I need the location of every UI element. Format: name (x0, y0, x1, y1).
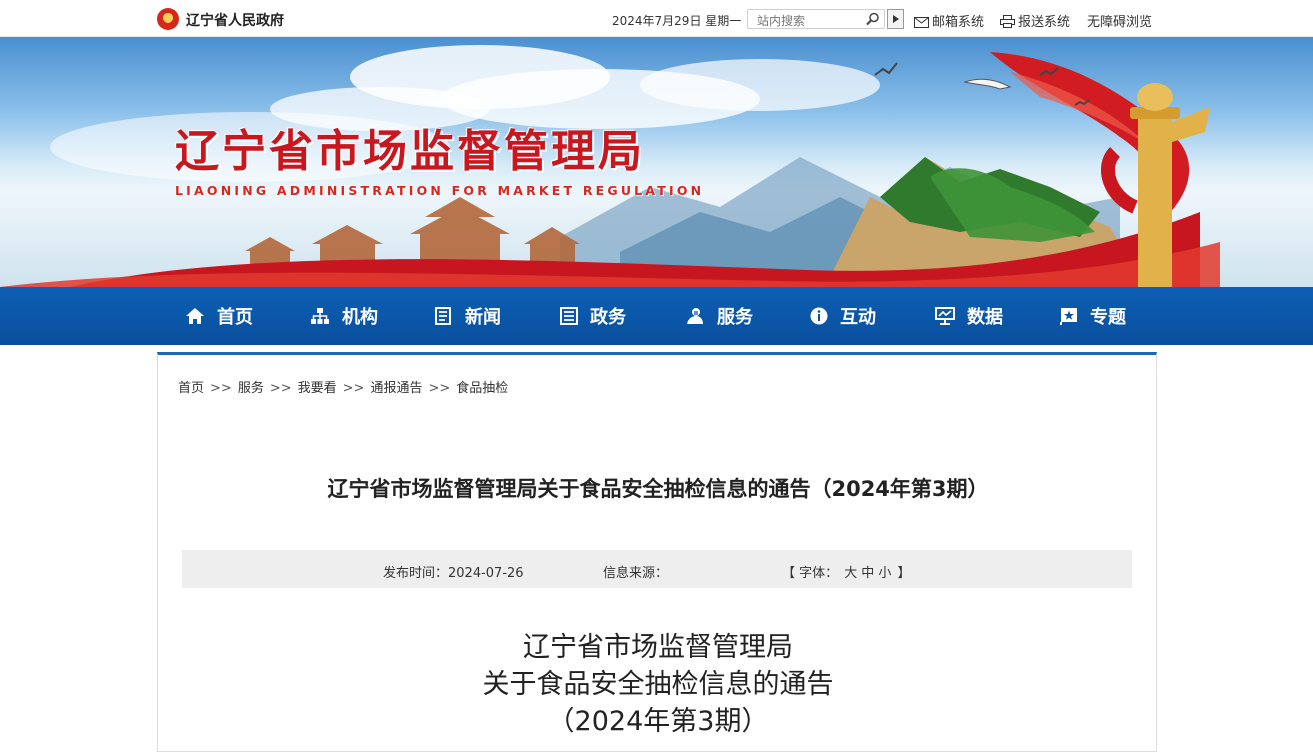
home-icon (186, 308, 204, 324)
nav-item-news[interactable]: 新闻 (435, 287, 501, 345)
mail-system-label: 邮箱系统 (932, 15, 985, 30)
service-icon (687, 308, 703, 324)
top-utility-bar: 辽宁省人民政府 2024年7月29日 星期一 邮箱系统 报送系统 无障碍浏览 (0, 0, 1313, 37)
news-icon (435, 307, 451, 325)
breadcrumb-separator: >> (428, 381, 451, 396)
nav-item-label: 数据 (967, 307, 1003, 328)
nav-item-label: 新闻 (465, 307, 501, 328)
body-heading-line: （2024年第3期） (547, 706, 769, 737)
site-subtitle: LIAONING ADMINISTRATION FOR MARKET REGUL… (175, 183, 705, 198)
article-meta-bar: 发布时间：2024-07-26 信息来源： 【 字体： 大中小 】 (182, 550, 1132, 588)
nav-item-label: 互动 (840, 307, 876, 328)
search-input[interactable] (748, 12, 858, 30)
nav-item-home[interactable]: 首页 (185, 287, 253, 345)
info-source: 信息来源： (603, 566, 669, 581)
national-emblem-icon (157, 8, 179, 30)
nav-item-org[interactable]: 机构 (310, 287, 378, 345)
font-size-open: 【 字体： (782, 566, 839, 581)
list-icon (560, 307, 578, 325)
report-system-label: 报送系统 (1018, 15, 1071, 30)
breadcrumb-home[interactable]: 首页 (178, 381, 204, 396)
nav-item-data[interactable]: 数据 (935, 287, 1003, 345)
nav-item-label: 政务 (590, 307, 626, 328)
mail-icon (914, 17, 929, 28)
body-heading-line: 辽宁省市场监督管理局 (523, 632, 793, 663)
font-size-medium[interactable]: 中 (861, 566, 874, 581)
topic-flag-icon (1060, 308, 1077, 325)
body-heading-line: 关于食品安全抽检信息的通告 (482, 669, 834, 700)
breadcrumb-view[interactable]: 我要看 (298, 381, 337, 396)
current-date: 2024年7月29日 星期一 (612, 14, 742, 28)
breadcrumb: 首页 >> 服务 >> 我要看 >> 通报通告 >> 食品抽检 (178, 377, 508, 396)
nav-item-label: 首页 (217, 307, 253, 328)
font-size-large[interactable]: 大 (844, 566, 857, 581)
breadcrumb-separator: >> (210, 381, 232, 396)
org-chart-icon (311, 308, 329, 324)
nav-item-label: 服务 (717, 307, 753, 328)
article-title: 辽宁省市场监督管理局关于食品安全抽检信息的通告（2024年第3期） (327, 477, 989, 501)
breadcrumb-food-inspection[interactable]: 食品抽检 (456, 381, 508, 396)
accessible-browse-link[interactable]: 无障碍浏览 (1087, 11, 1152, 30)
breadcrumb-separator: >> (269, 381, 292, 396)
article-card: 首页 >> 服务 >> 我要看 >> 通报通告 >> 食品抽检 辽宁省市场监督管理局关于食品安全… (157, 352, 1157, 752)
info-icon (810, 307, 828, 325)
publish-time: 发布时间：2024-07-26 (383, 566, 524, 581)
nav-item-topics[interactable]: 专题 (1060, 287, 1126, 345)
nav-item-label: 专题 (1090, 307, 1126, 328)
font-size-switcher: 【 字体： 大中小 】 (782, 562, 910, 581)
mail-system-link[interactable]: 邮箱系统 (914, 11, 984, 30)
font-size-small[interactable]: 小 (878, 566, 891, 581)
nav-item-label: 机构 (342, 307, 378, 328)
report-system-link[interactable]: 报送系统 (1000, 11, 1070, 30)
main-navigation: 首页 机构 新闻 政务 服务 互动 数据 专题 (0, 287, 1313, 345)
printer-icon (1000, 15, 1015, 28)
nav-item-interact[interactable]: 互动 (810, 287, 876, 345)
breadcrumb-service[interactable]: 服务 (238, 381, 264, 396)
breadcrumb-notices[interactable]: 通报通告 (370, 381, 422, 396)
font-size-close: 】 (897, 566, 911, 581)
data-icon (935, 307, 955, 325)
nav-item-service[interactable]: 服务 (685, 287, 753, 345)
site-banner: 辽宁省市场监督管理局 LIAONING ADMINISTRATION FOR M… (0, 37, 1313, 287)
site-title: 辽宁省市场监督管理局 (175, 126, 645, 177)
gov-portal-link[interactable]: 辽宁省人民政府 (186, 10, 284, 30)
search-submit-button[interactable] (887, 9, 904, 29)
breadcrumb-separator: >> (342, 381, 365, 396)
search-box (747, 9, 885, 30)
nav-item-affairs[interactable]: 政务 (560, 287, 626, 345)
search-icon[interactable] (866, 12, 880, 26)
